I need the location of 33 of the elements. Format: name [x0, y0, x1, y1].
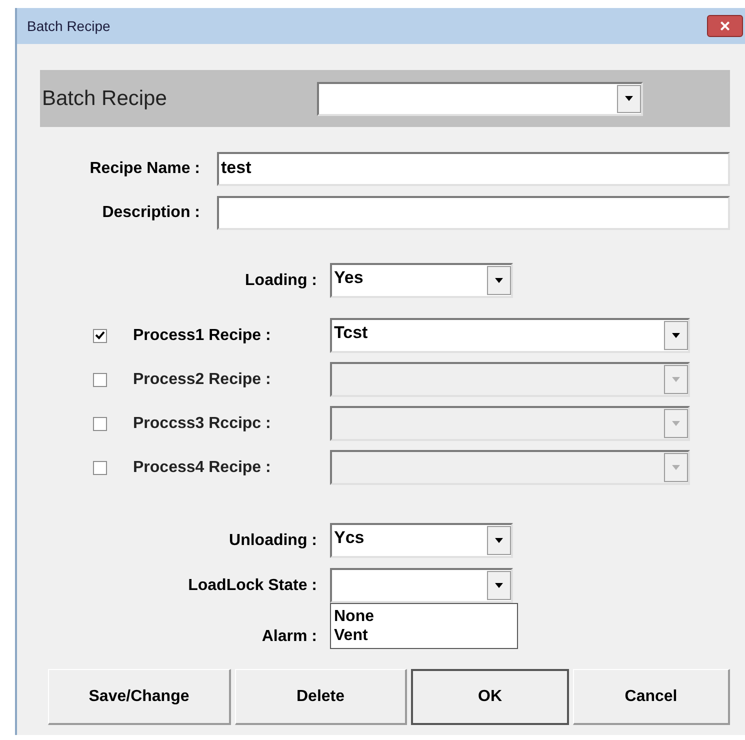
loadlock-dropdown[interactable] [330, 568, 513, 603]
loading-dropdown[interactable]: Yes [330, 263, 513, 298]
process-recipe-dropdown[interactable] [330, 362, 690, 397]
process-recipe-dropdown[interactable]: Tcst [330, 318, 690, 353]
process-label: Process2 Recipe : [133, 370, 272, 390]
checkbox[interactable] [93, 416, 107, 430]
text-field[interactable]: test [217, 152, 730, 186]
window-title: Batch Recipe [27, 16, 110, 36]
process-recipe-dropdown[interactable] [330, 406, 690, 441]
process-label: Process1 Recipe : [133, 326, 272, 346]
batch-recipe-dropdown[interactable] [317, 82, 643, 116]
process-label: Proccss3 Rccipc : [133, 414, 272, 434]
field-label: Description : [101, 203, 201, 223]
dropdown-option[interactable]: Vent [331, 626, 517, 645]
unloading-label: Unloading : [228, 530, 317, 550]
process-recipe-dropdown[interactable] [330, 450, 690, 485]
dialog-button[interactable]: Delete [235, 669, 407, 725]
text-field[interactable] [217, 196, 730, 230]
close-button[interactable]: × [707, 15, 743, 37]
dialog-button[interactable]: OK [411, 669, 569, 725]
process-label: Process4 Recipe : [133, 458, 272, 478]
alarm-label: Alarm : [260, 627, 317, 647]
checkbox[interactable] [93, 372, 107, 386]
field-label: Recipe Name : [88, 159, 201, 179]
loadlock-label: LoadLock State : [187, 576, 317, 596]
checkbox[interactable] [93, 460, 107, 474]
checkbox[interactable] [93, 328, 107, 342]
loading-label: Loading : [244, 270, 317, 290]
dialog-button[interactable]: Cancel [573, 669, 730, 725]
dialog-button[interactable]: Save/Change [48, 669, 231, 725]
unloading-dropdown[interactable]: Ycs [330, 523, 513, 558]
dropdown-option[interactable]: None [331, 607, 517, 626]
header-label: Batch Recipe [41, 86, 168, 112]
